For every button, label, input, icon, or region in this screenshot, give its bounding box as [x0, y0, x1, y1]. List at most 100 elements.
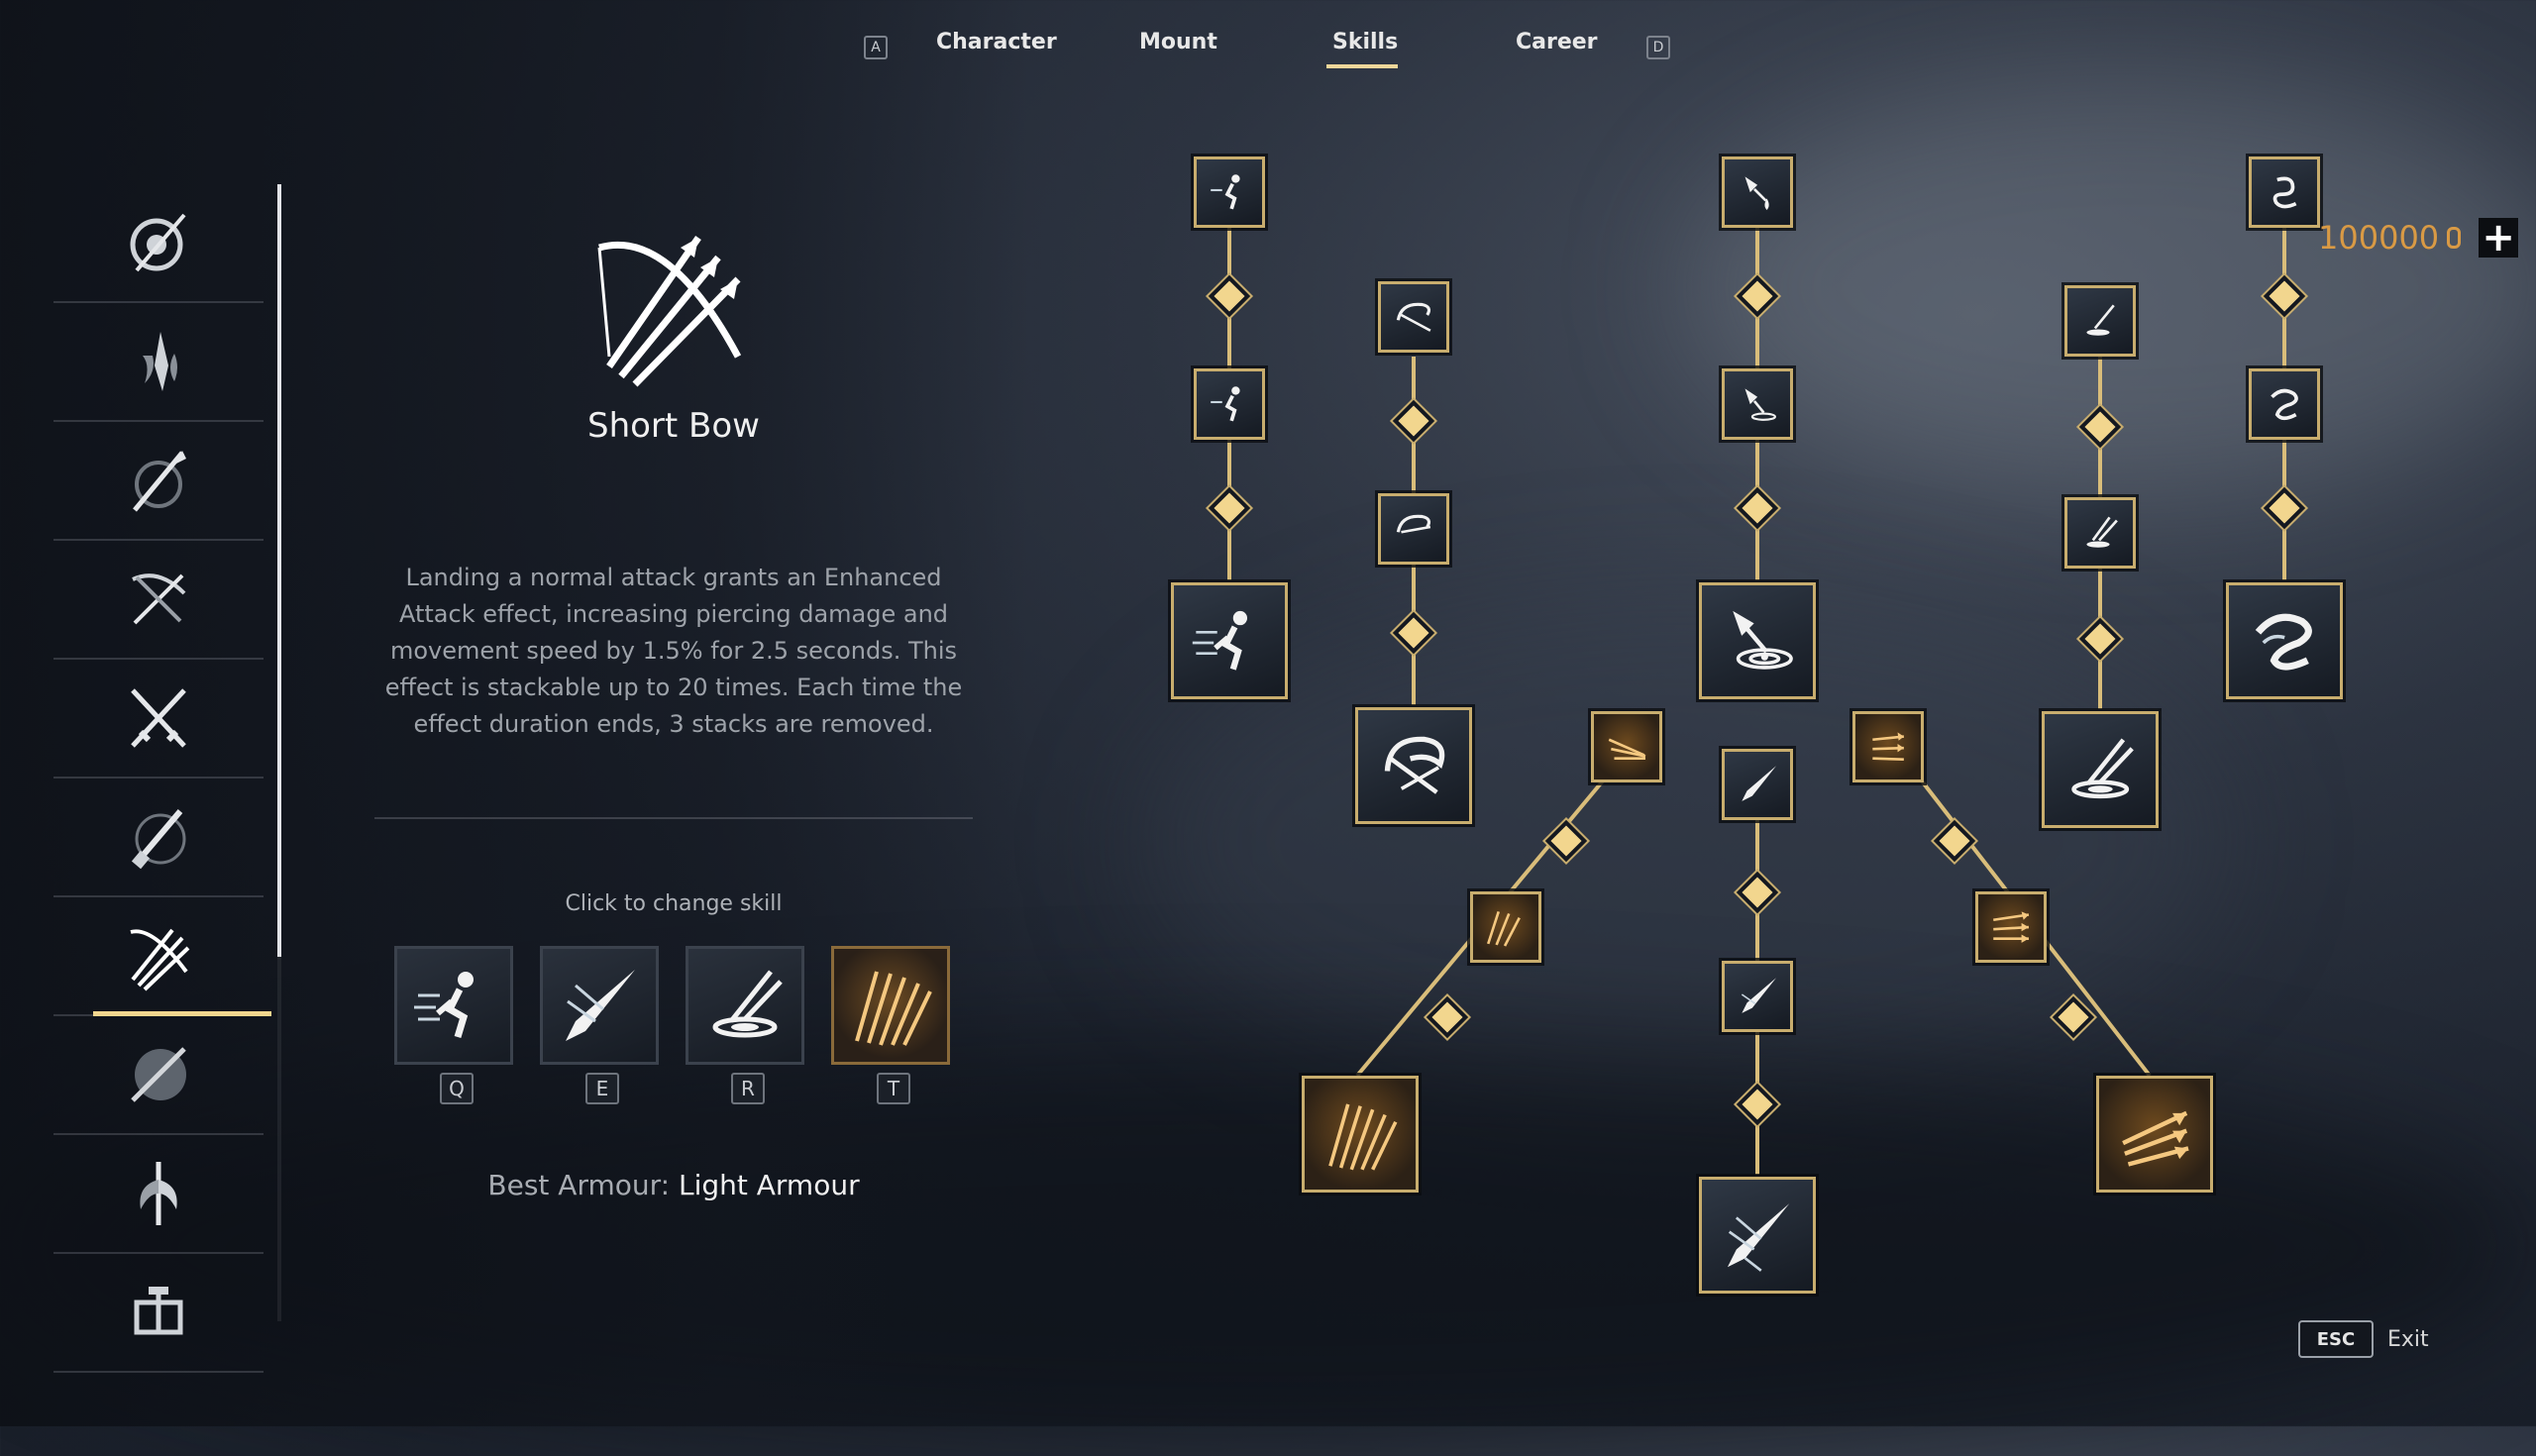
skill-node-volley-1[interactable]: [1591, 711, 1662, 782]
piercing-arrow-icon: [1727, 1202, 1790, 1272]
tab-character[interactable]: Character: [936, 30, 1057, 54]
tree-connector-diamond: [1736, 274, 1779, 318]
skill-slot-t[interactable]: T: [831, 946, 950, 1104]
tree-connector-diamond: [1208, 486, 1251, 530]
skill-node-triple-shot-1[interactable]: [1852, 711, 1924, 782]
skill-points-amount: 100000: [2318, 219, 2440, 257]
skill-node-arrow-vortex-ultimate[interactable]: [2042, 711, 2159, 828]
halberd-icon: [140, 1162, 177, 1225]
sidebar-item-flame-blade[interactable]: [53, 303, 264, 422]
crossbow-icon: [132, 573, 186, 625]
sidebar-item-spear[interactable]: [53, 422, 264, 541]
tree-connector-diamond: [2263, 486, 2306, 530]
skill-title: Short Bow: [587, 406, 760, 446]
skill-node-arrow-swirl-ultimate[interactable]: [1355, 707, 1472, 824]
skill-node-wind-2[interactable]: [2249, 368, 2320, 440]
skill-node-volley-ultimate[interactable]: [1302, 1076, 1419, 1193]
skill-description: Landing a normal attack grants an Enhanc…: [384, 564, 963, 738]
tree-connector-diamond: [2263, 274, 2306, 318]
skill-slot-q[interactable]: Q: [394, 946, 513, 1104]
short-bow-icon: [130, 928, 190, 991]
skill-node-arrow-drop-ultimate[interactable]: [1699, 582, 1816, 699]
skill-node-arrow-swirl-2[interactable]: [1378, 493, 1449, 565]
sprint-icon: [1211, 174, 1240, 210]
skill-node-dash-2[interactable]: [1194, 368, 1265, 440]
short-bow-icon: [597, 236, 742, 387]
add-points-button[interactable]: +: [2479, 218, 2519, 258]
wind-swirl-icon: [2255, 613, 2312, 671]
arrow-volley-icon: [1327, 1103, 1398, 1171]
sidebar-item-sword-shield[interactable]: [53, 1016, 264, 1135]
skill-node-volley-2[interactable]: [1470, 891, 1541, 963]
sprint-icon: [1192, 610, 1247, 671]
weapon-sidebar: [53, 184, 271, 1373]
next-tab-key[interactable]: D: [1646, 36, 1670, 59]
esc-key[interactable]: ESC: [2298, 1320, 2374, 1358]
cannon-icon: [134, 1287, 183, 1335]
arrow-vortex-icon: [2071, 738, 2134, 798]
wind-swirl-icon: [2271, 388, 2298, 421]
tree-connector-diamond: [2078, 405, 2122, 449]
skill-node-arrow-vortex-2[interactable]: [2064, 497, 2136, 569]
piercing-arrow-icon: [566, 970, 635, 1041]
sidebar-item-crossed-swords[interactable]: [53, 660, 264, 779]
arrow-drop-icon: [1744, 388, 1776, 421]
tab-career[interactable]: Career: [1516, 30, 1598, 54]
skill-points-display: 100000 +: [2318, 218, 2519, 258]
tree-connector-diamond: [1736, 871, 1779, 914]
skill-node-dash-1[interactable]: [1194, 156, 1265, 228]
skill-slots: Q E R T: [394, 946, 950, 1104]
best-armour-value: Light Armour: [678, 1169, 860, 1201]
top-navigation: A Character Mount Skills Career D: [0, 0, 2536, 89]
tab-mount[interactable]: Mount: [1139, 30, 1217, 54]
arrow-drop-icon: [1744, 176, 1769, 210]
sword-shield-icon: [131, 1047, 186, 1102]
sidebar-item-halberd[interactable]: [53, 1135, 264, 1254]
piercing-arrow-icon: [1741, 978, 1776, 1013]
sprint-icon: [1211, 386, 1240, 422]
best-armour: Best Armour: Light Armour: [357, 1169, 991, 1201]
skill-node-dash-ultimate[interactable]: [1171, 582, 1288, 699]
exit-hint[interactable]: ESC Exit: [2298, 1320, 2429, 1358]
sidebar-scroll-thumb[interactable]: [277, 184, 281, 957]
change-skill-label: Click to change skill: [565, 891, 783, 916]
skill-node-piercing-ultimate[interactable]: [1699, 1177, 1816, 1294]
skill-node-arrow-drop-1[interactable]: [1722, 156, 1793, 228]
skill-slot-r[interactable]: R: [686, 946, 804, 1104]
prev-tab-key[interactable]: A: [864, 36, 888, 59]
tree-connector-diamond: [2078, 617, 2122, 661]
sidebar-item-shield-spear[interactable]: [53, 184, 264, 303]
skill-slot-e[interactable]: E: [540, 946, 659, 1104]
tree-connector-diamond: [1736, 1083, 1779, 1126]
sidebar-item-cannon[interactable]: [53, 1254, 264, 1373]
skill-node-arrow-vortex-1[interactable]: [2064, 285, 2136, 357]
skill-node-arrow-swirl-1[interactable]: [1378, 281, 1449, 353]
exit-label: Exit: [2387, 1326, 2429, 1352]
sidebar-item-crossbow[interactable]: [53, 541, 264, 660]
skill-node-triple-shot-ultimate[interactable]: [2096, 1076, 2213, 1193]
arrow-ripple-icon: [1733, 610, 1793, 670]
sprint-icon: [414, 972, 474, 1039]
skill-node-triple-shot-2[interactable]: [1975, 891, 2047, 963]
slot-key-t: T: [877, 1073, 910, 1104]
coin-icon: [2447, 227, 2462, 249]
slot-key-r: R: [731, 1073, 765, 1104]
tree-connector-diamond: [1392, 399, 1435, 443]
divider: [374, 817, 973, 819]
skill-node-arrow-drop-2[interactable]: [1722, 368, 1793, 440]
tree-connector-diamond: [2052, 995, 2095, 1039]
sidebar-item-short-bow[interactable]: [53, 897, 271, 1016]
tree-connector-diamond: [1426, 995, 1469, 1039]
triple-arrow-icon: [1992, 911, 2030, 943]
arrow-vortex-icon: [2086, 516, 2118, 548]
skill-node-wind-ultimate[interactable]: [2226, 582, 2343, 699]
tab-skills[interactable]: Skills: [1326, 30, 1398, 68]
arrow-swirl-icon: [1396, 302, 1431, 332]
tree-connector-diamond: [1544, 819, 1588, 863]
skill-node-piercing-1[interactable]: [1722, 749, 1793, 820]
tree-connector-diamond: [1736, 486, 1779, 530]
skill-node-piercing-2[interactable]: [1722, 961, 1793, 1032]
spear-icon: [133, 451, 186, 512]
sidebar-item-musket[interactable]: [53, 779, 264, 897]
skill-node-wind-1[interactable]: [2249, 156, 2320, 228]
